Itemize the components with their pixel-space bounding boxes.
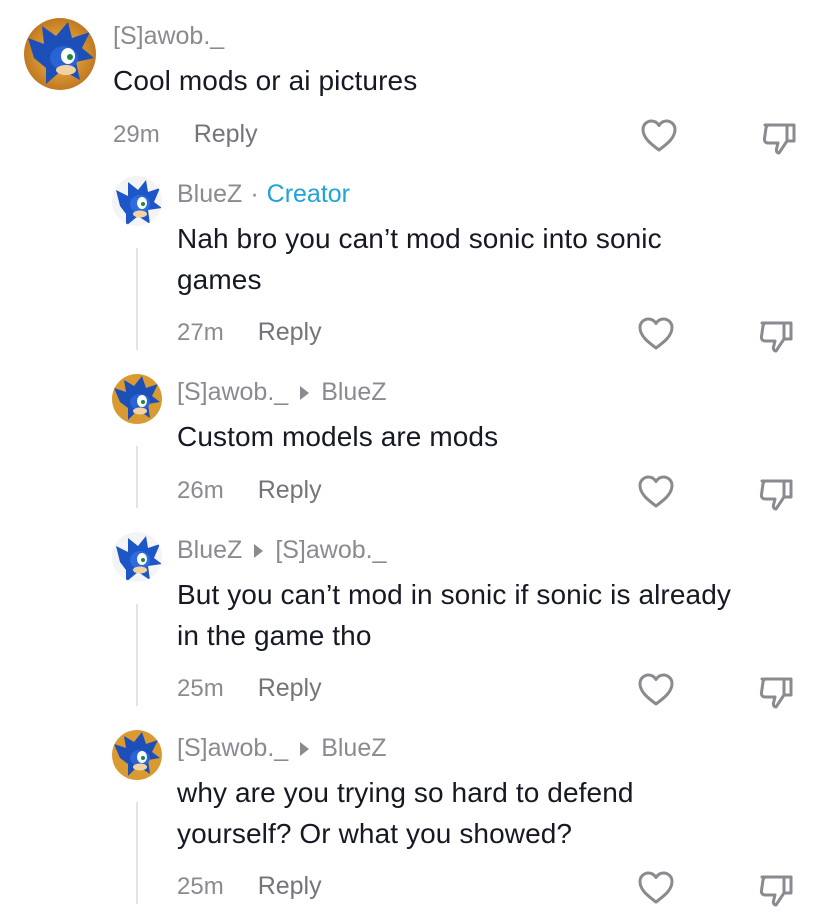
thread-line (136, 446, 138, 508)
comment-text: Custom models are mods (177, 421, 499, 452)
sonic-avatar-icon (24, 18, 96, 90)
reply-to-user[interactable]: BlueZ (321, 378, 386, 407)
reply-button[interactable]: Reply (194, 120, 258, 149)
like-heart-icon[interactable] (639, 116, 679, 156)
reply-arrow-icon (300, 385, 310, 400)
comment-time: 25m (177, 674, 224, 702)
comment-text: But you can’t mod in sonic if sonic is a… (177, 579, 731, 651)
like-heart-icon[interactable] (636, 670, 676, 710)
dislike-icon[interactable] (756, 671, 796, 711)
comment-meta: 29m Reply (113, 120, 258, 149)
sonic-avatar-icon (112, 374, 162, 424)
reply-button[interactable]: Reply (258, 318, 322, 347)
comment-text: why are you trying so hard to defend you… (177, 777, 634, 849)
sonic-avatar-icon (112, 730, 162, 780)
like-heart-icon[interactable] (636, 314, 676, 354)
dislike-icon[interactable] (756, 315, 796, 355)
like-heart-icon[interactable] (636, 472, 676, 512)
reply-button[interactable]: Reply (258, 476, 322, 505)
reply-to-user[interactable]: [S]awob._ (275, 536, 386, 565)
avatar[interactable] (112, 532, 162, 582)
dislike-icon[interactable] (756, 473, 796, 513)
comment-text: Cool mods or ai pictures (113, 65, 418, 96)
avatar[interactable] (112, 176, 162, 226)
sonic-avatar-icon (112, 532, 162, 582)
comment-username[interactable]: [S]awob._ BlueZ (177, 378, 387, 407)
dislike-icon[interactable] (759, 117, 799, 157)
badge-separator: · (250, 180, 259, 208)
comment-username[interactable]: [S]awob._ BlueZ (177, 734, 387, 763)
comment-meta: 25m Reply (177, 674, 322, 703)
creator-badge: Creator (266, 180, 351, 208)
reply-button[interactable]: Reply (258, 674, 322, 703)
comment-meta: 25m Reply (177, 872, 322, 901)
comment-username[interactable]: [S]awob._ (113, 22, 224, 51)
reply-arrow-icon (300, 741, 310, 756)
comment-time: 27m (177, 318, 224, 346)
comment-username[interactable]: BlueZ · Creator (177, 180, 350, 209)
sonic-avatar-icon (112, 176, 162, 226)
comment-username[interactable]: BlueZ [S]awob._ (177, 536, 387, 565)
reply-button[interactable]: Reply (258, 872, 322, 901)
reply-to-user[interactable]: BlueZ (321, 734, 386, 763)
reply-arrow-icon (254, 543, 264, 558)
thread-line (136, 248, 138, 350)
avatar[interactable] (24, 18, 96, 90)
thread-line (136, 802, 138, 904)
dislike-icon[interactable] (756, 869, 796, 909)
thread-line (136, 604, 138, 706)
avatar[interactable] (112, 730, 162, 780)
comment-meta: 27m Reply (177, 318, 322, 347)
comment-text: Nah bro you can’t mod sonic into sonic g… (177, 223, 662, 295)
like-heart-icon[interactable] (636, 868, 676, 908)
comment-time: 25m (177, 872, 224, 900)
comment-time: 26m (177, 476, 224, 504)
comment-time: 29m (113, 120, 160, 148)
comment-meta: 26m Reply (177, 476, 322, 505)
avatar[interactable] (112, 374, 162, 424)
